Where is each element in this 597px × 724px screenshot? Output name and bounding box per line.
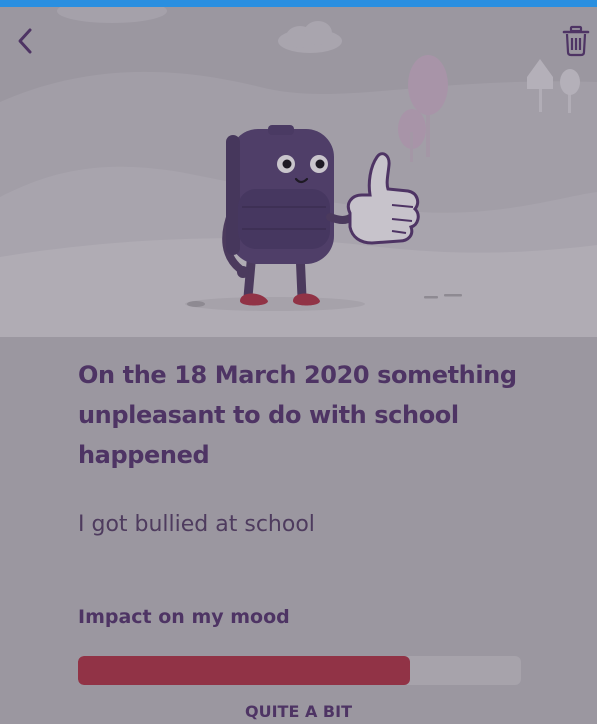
delete-button[interactable] bbox=[561, 25, 591, 57]
back-button[interactable] bbox=[12, 25, 40, 57]
mood-impact-level: QUITE A BIT bbox=[245, 702, 352, 721]
entry-description: I got bullied at school bbox=[78, 512, 315, 537]
cloud-left bbox=[57, 7, 167, 23]
hero-illustration bbox=[0, 7, 597, 337]
mood-impact-fill bbox=[78, 656, 411, 685]
character-shadow bbox=[185, 297, 365, 311]
entry-title: On the 18 March 2020 something unpleasan… bbox=[78, 361, 517, 469]
mood-impact-label: Impact on my mood bbox=[78, 606, 290, 628]
chevron-left-icon bbox=[18, 28, 32, 54]
trash-icon bbox=[562, 25, 590, 57]
cloud-right bbox=[278, 21, 342, 53]
mood-impact-bar bbox=[78, 656, 521, 685]
status-accent-bar bbox=[0, 0, 597, 7]
